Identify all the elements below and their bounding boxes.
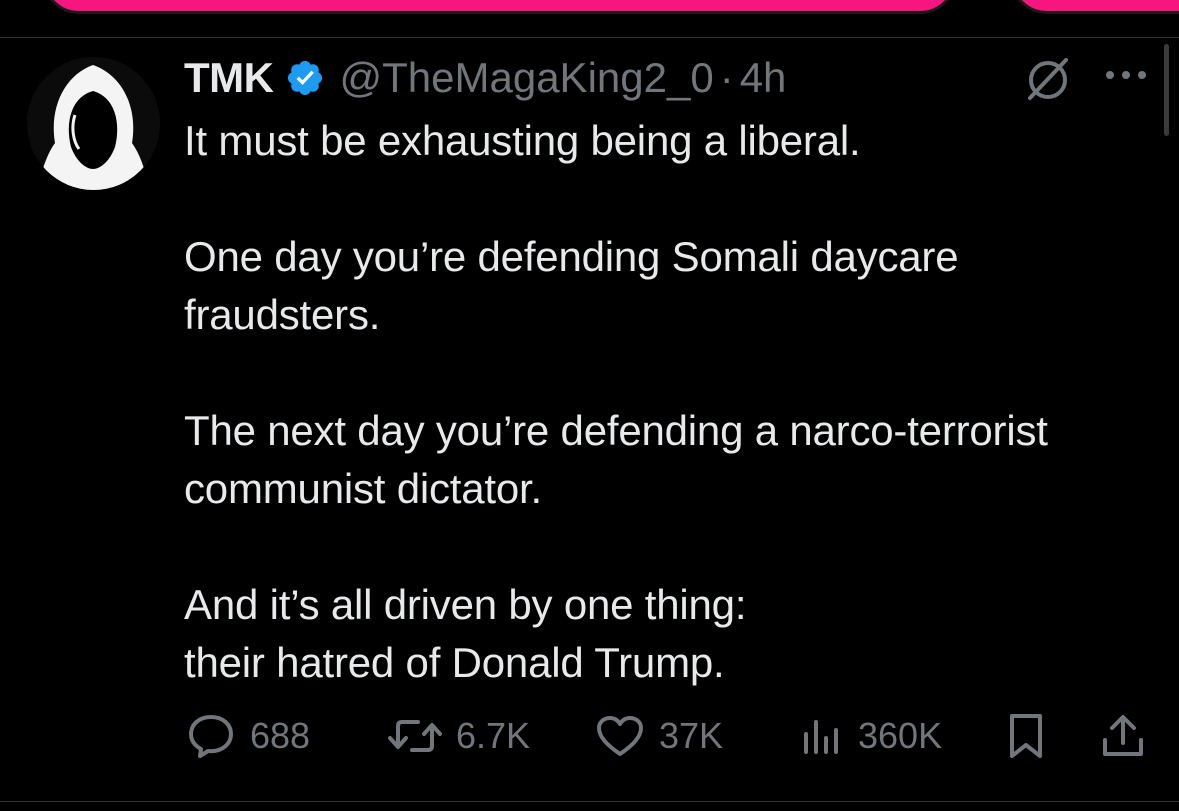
repost-icon — [388, 716, 442, 756]
separator-dot: · — [719, 54, 734, 101]
bookmark-button[interactable] — [1006, 705, 1046, 767]
tweet-header: TMK @TheMagaKing2_0 · 4h — [184, 52, 786, 104]
tweet-line: The next day you’re defending a narco-te… — [184, 407, 1048, 454]
previous-post-pink-banner — [42, 0, 957, 14]
views-button[interactable]: 360K — [800, 705, 942, 767]
previous-post-pink-banner-2 — [1010, 0, 1179, 14]
grok-icon[interactable] — [1022, 54, 1074, 102]
handle[interactable]: @TheMagaKing2_0 — [339, 54, 713, 102]
views-icon — [800, 716, 844, 756]
action-bar: 688 6.7K 37K 360K — [0, 705, 1179, 767]
reply-icon — [186, 713, 236, 759]
tweet-line: communist dictator. — [184, 465, 542, 512]
tweet-line: their hatred of Donald Trump. — [184, 639, 725, 686]
more-icon[interactable] — [1103, 63, 1149, 87]
tweet-text: It must be exhausting being a liberal. O… — [184, 112, 1164, 692]
share-button[interactable] — [1100, 705, 1146, 767]
repost-count: 6.7K — [456, 715, 531, 756]
like-button[interactable]: 37K — [595, 705, 723, 767]
tweet-line: And it’s all driven by one thing: — [184, 581, 747, 628]
scrollbar[interactable] — [1164, 44, 1169, 136]
tweet-line: fraudsters. — [184, 291, 381, 338]
tweet-line: One day you’re defending Somali daycare — [184, 233, 959, 280]
share-icon — [1100, 713, 1146, 759]
avatar[interactable] — [27, 57, 160, 190]
reply-button[interactable]: 688 — [186, 705, 310, 767]
like-count: 37K — [659, 715, 724, 756]
top-strip — [0, 0, 1179, 38]
verified-badge-icon[interactable] — [285, 58, 325, 98]
heart-icon — [595, 714, 645, 758]
display-name[interactable]: TMK — [184, 54, 274, 102]
tweet-line: It must be exhausting being a liberal. — [184, 117, 861, 164]
divider — [0, 801, 1179, 802]
bookmark-icon — [1006, 712, 1046, 760]
views-count: 360K — [858, 715, 943, 756]
repost-button[interactable]: 6.7K — [388, 705, 530, 767]
timestamp[interactable]: 4h — [740, 54, 787, 102]
divider — [0, 37, 1179, 38]
reply-count: 688 — [250, 715, 311, 756]
